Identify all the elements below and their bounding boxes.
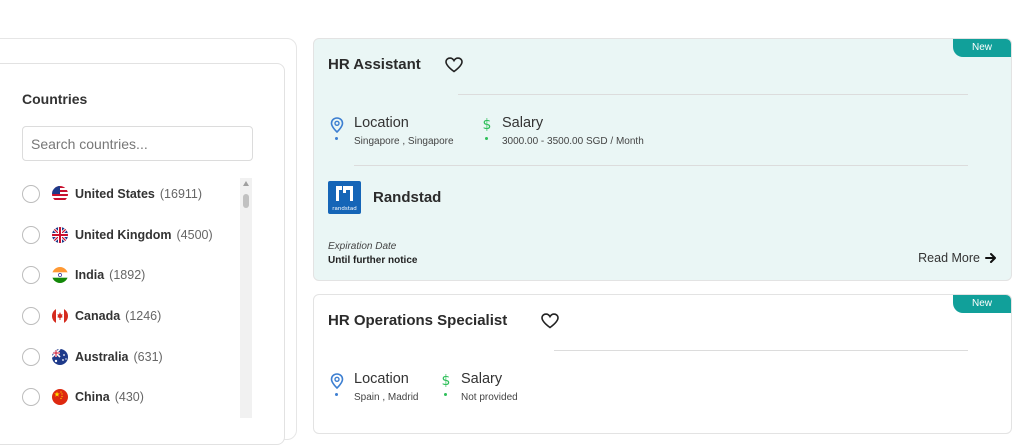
title-divider	[554, 350, 968, 351]
read-more-label: Read More	[918, 251, 980, 265]
radio-button[interactable]	[22, 307, 40, 325]
india-flag-icon	[52, 267, 68, 283]
country-name: Canada	[75, 309, 121, 323]
canada-flag-icon	[52, 308, 68, 324]
location-value: Singapore , Singapore	[354, 136, 454, 147]
country-count: (1892)	[109, 268, 146, 282]
job-card[interactable]: New HR Assistant Location Singapore , Si…	[313, 38, 1012, 281]
salary-value: 3000.00 - 3500.00 SGD / Month	[502, 136, 644, 147]
china-flag-icon	[52, 389, 68, 405]
job-title[interactable]: HR Operations Specialist	[328, 312, 507, 329]
location-value: Spain , Madrid	[354, 392, 419, 403]
uk-flag-icon	[52, 227, 68, 243]
scrollbar-thumb[interactable]	[243, 194, 249, 208]
us-flag-icon	[52, 186, 68, 202]
meta-divider	[354, 165, 968, 166]
logo-text: randstad	[332, 206, 357, 212]
location-pin-icon	[330, 117, 344, 133]
country-name: United Kingdom	[75, 228, 172, 242]
australia-flag-icon	[52, 349, 68, 365]
country-option-united-states[interactable]: United States (16911)	[22, 182, 262, 206]
salary-dot	[444, 393, 447, 396]
location-pin-icon	[330, 373, 344, 389]
country-name: Australia	[75, 350, 129, 364]
location-label: Location	[354, 371, 409, 387]
country-name: China	[75, 390, 110, 404]
company-name[interactable]: Randstad	[373, 189, 441, 206]
svg-text:$: $	[442, 373, 451, 388]
new-badge: New	[953, 39, 1011, 57]
title-divider	[458, 94, 968, 95]
location-dot	[335, 393, 338, 396]
expiration-label: Expiration Date	[328, 241, 397, 252]
country-list-scrollbar[interactable]	[240, 178, 252, 418]
radio-button[interactable]	[22, 266, 40, 284]
country-option-united-kingdom[interactable]: United Kingdom (4500)	[22, 223, 262, 247]
country-count: (1246)	[125, 309, 162, 323]
expiration-value: Until further notice	[328, 255, 418, 266]
countries-filter-title: Countries	[22, 91, 88, 107]
country-option-china[interactable]: China (430)	[22, 385, 262, 409]
country-option-canada[interactable]: Canada (1246)	[22, 304, 262, 328]
country-count: (430)	[114, 390, 144, 404]
favorite-heart-icon[interactable]	[541, 313, 559, 329]
job-card[interactable]: New HR Operations Specialist Location Sp…	[313, 294, 1012, 434]
svg-text:$: $	[483, 117, 492, 132]
radio-button[interactable]	[22, 226, 40, 244]
country-count: (631)	[133, 350, 163, 364]
job-title[interactable]: HR Assistant	[328, 56, 421, 73]
salary-label: Salary	[461, 371, 503, 387]
randstad-logo: randstad	[328, 181, 361, 214]
country-option-india[interactable]: India (1892)	[22, 263, 262, 287]
dollar-icon: $	[442, 373, 451, 388]
salary-dot	[485, 137, 488, 140]
country-search-input[interactable]	[22, 126, 253, 161]
dollar-icon: $	[483, 117, 492, 132]
location-dot	[335, 137, 338, 140]
country-count: (4500)	[176, 228, 213, 242]
radio-button[interactable]	[22, 348, 40, 366]
location-label: Location	[354, 115, 409, 131]
read-more-link[interactable]: Read More	[918, 251, 997, 265]
country-name: United States	[75, 187, 155, 201]
arrow-right-icon	[985, 253, 996, 263]
country-count: (16911)	[159, 187, 203, 201]
salary-value: Not provided	[461, 392, 518, 403]
radio-button[interactable]	[22, 185, 40, 203]
salary-label: Salary	[502, 115, 544, 131]
new-badge: New	[953, 295, 1011, 313]
favorite-heart-icon[interactable]	[445, 57, 463, 73]
radio-button[interactable]	[22, 388, 40, 406]
country-name: India	[75, 268, 105, 282]
scroll-up-arrow-icon[interactable]	[243, 181, 249, 186]
country-option-australia[interactable]: Australia (631)	[22, 345, 262, 369]
